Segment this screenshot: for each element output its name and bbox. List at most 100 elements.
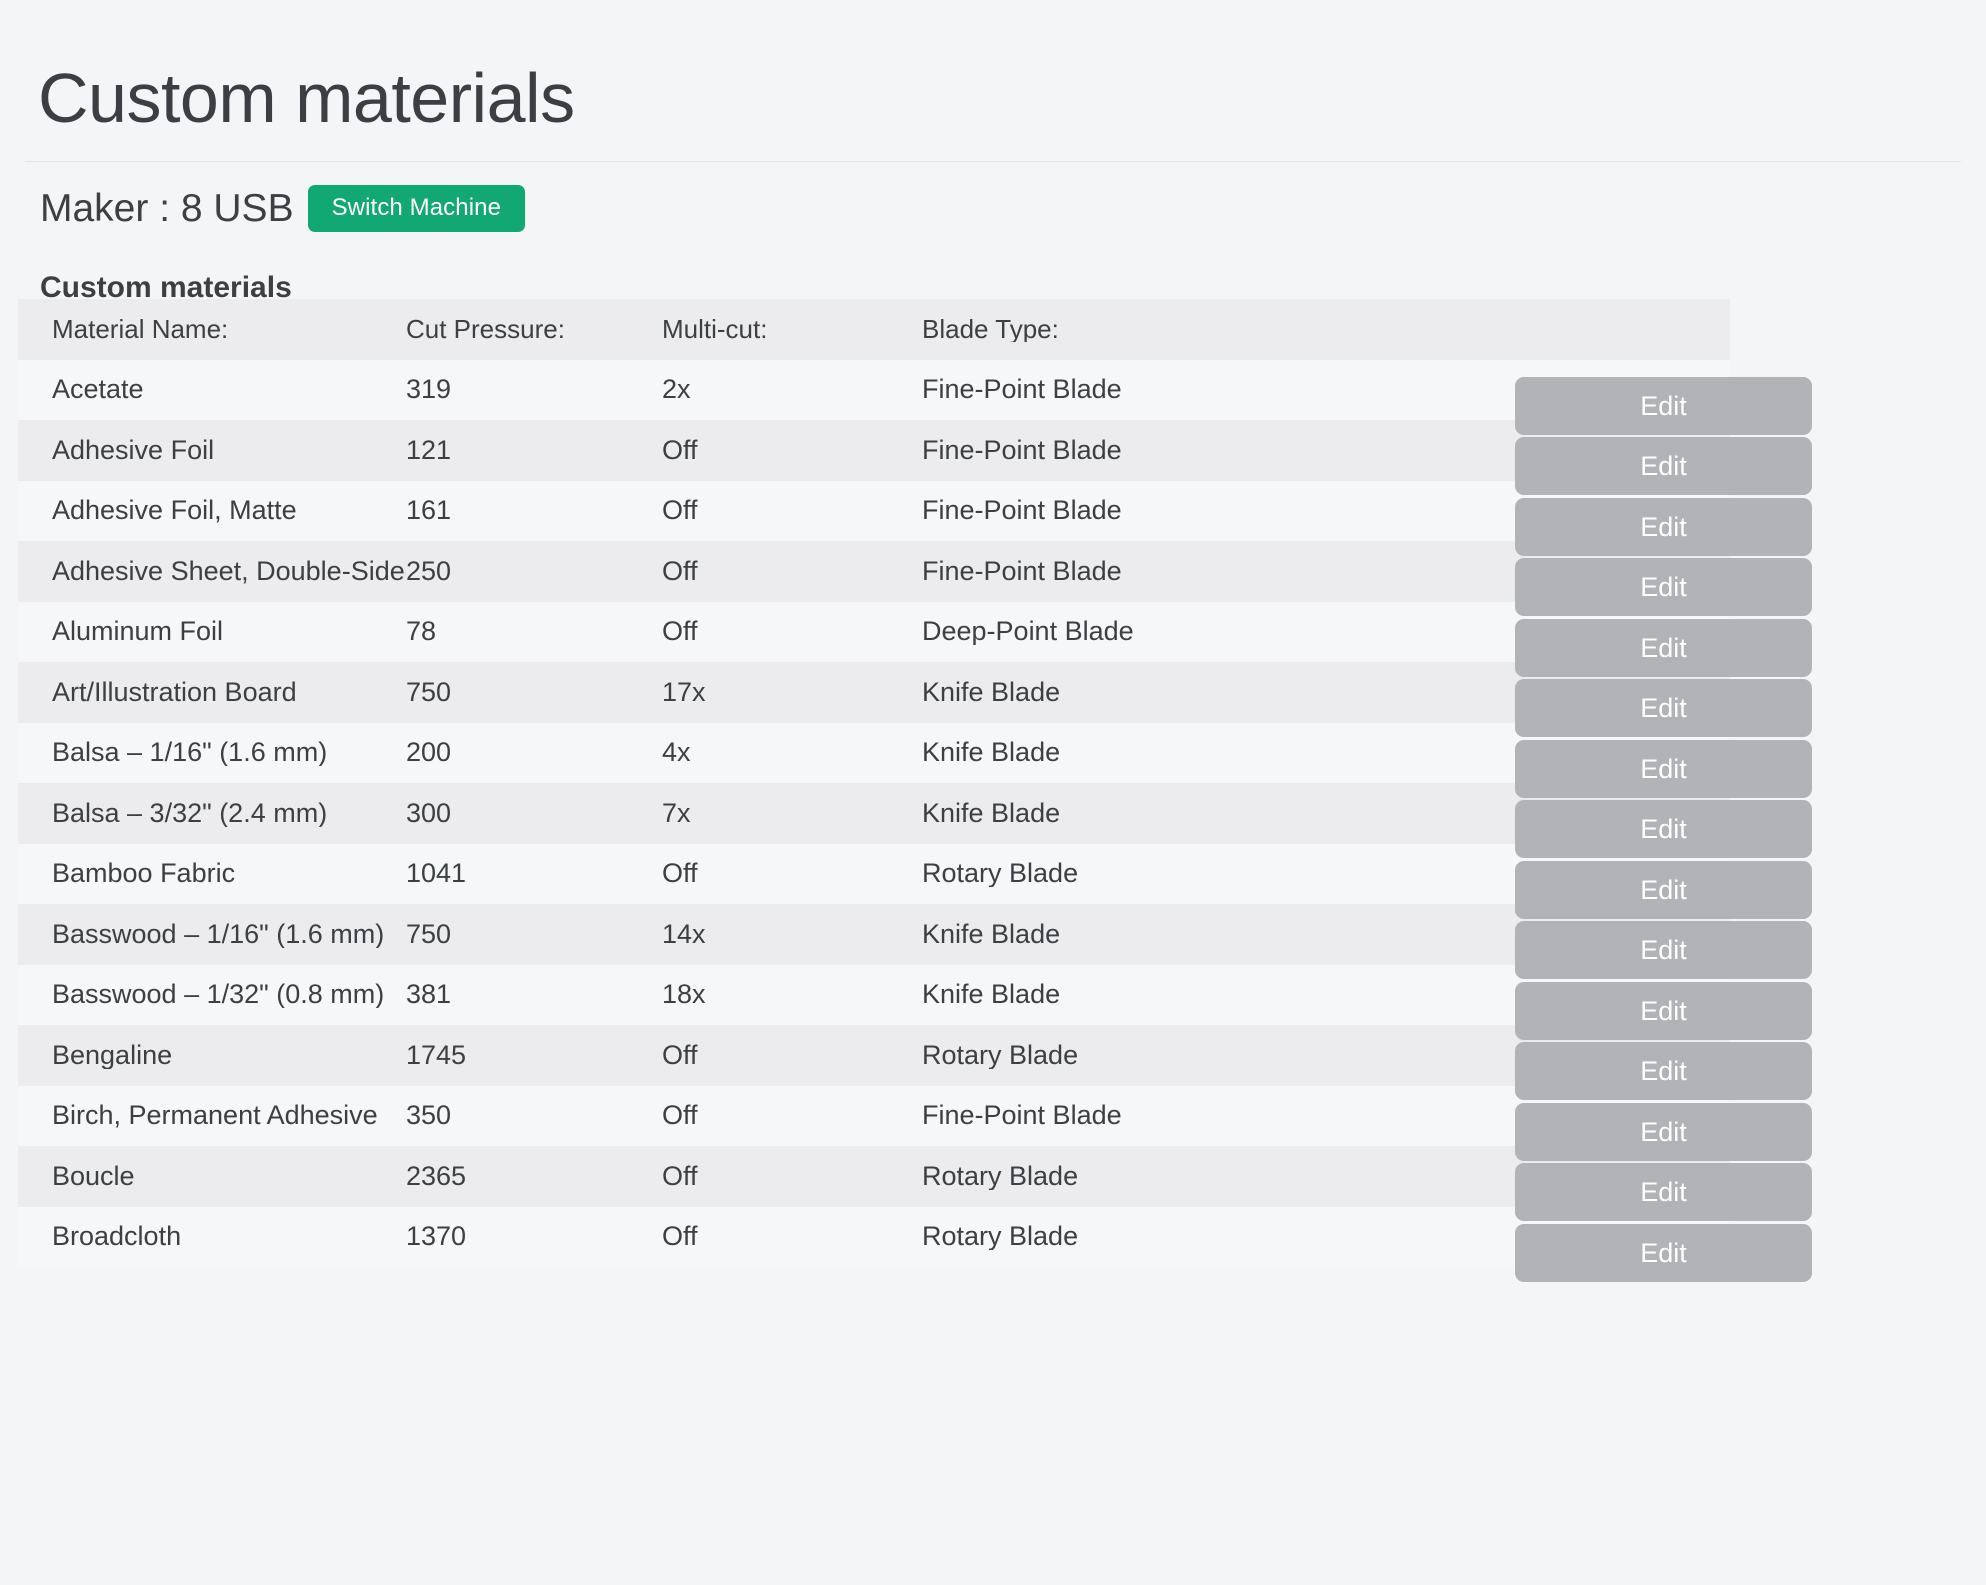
cell-blade-type: Knife Blade	[922, 799, 1061, 827]
table-row: Balsa – 3/32" (2.4 mm) 300 7x Knife Blade	[18, 783, 1730, 844]
edit-button-slot: Edit	[1515, 965, 1815, 1040]
edit-button-slot: Edit	[1515, 1146, 1815, 1221]
cell-multi-cut: Off	[662, 1223, 698, 1251]
edit-button-slot: Edit	[1515, 783, 1815, 858]
edit-button-slot: Edit	[1515, 844, 1815, 919]
cell-multi-cut: 2x	[662, 376, 691, 404]
cell-material-name: Basswood – 1/16" (1.6 mm)	[52, 920, 385, 948]
table-row: Broadcloth 1370 Off Rotary Blade	[18, 1206, 1730, 1267]
edit-button-slot: Edit	[1515, 541, 1815, 616]
table-row: Bamboo Fabric 1041 Off Rotary Blade	[18, 843, 1730, 904]
edit-button-slot: Edit	[1515, 360, 1815, 435]
edit-button-slot: Edit	[1515, 1025, 1815, 1100]
cell-multi-cut: Off	[662, 618, 698, 646]
cell-material-name: Art/Illustration Board	[52, 678, 297, 706]
edit-button[interactable]: Edit	[1515, 1223, 1812, 1282]
cell-blade-type: Knife Blade	[922, 739, 1061, 767]
cell-cut-pressure: 1041	[406, 860, 467, 888]
cell-blade-type: Fine-Point Blade	[922, 1102, 1122, 1130]
table-row: Adhesive Foil, Matte 161 Off Fine-Point Bla…	[18, 480, 1730, 541]
cell-blade-type: Rotary Blade	[922, 1162, 1079, 1190]
cell-material-name: Acetate	[52, 376, 144, 404]
table-row: Aluminum Foil 78 Off Deep-Point Blade	[18, 601, 1730, 662]
cell-multi-cut: Off	[662, 1041, 698, 1069]
cell-material-name: Bamboo Fabric	[52, 860, 236, 888]
cell-material-name: Adhesive Sheet, Double-Sided	[52, 557, 406, 585]
edit-button-slot: Edit	[1515, 1086, 1815, 1161]
cell-cut-pressure: 1370	[406, 1223, 467, 1251]
cell-cut-pressure: 300	[406, 799, 452, 827]
cell-material-name: Broadcloth	[52, 1223, 182, 1251]
cell-cut-pressure: 319	[406, 376, 452, 404]
machine-name-label: Maker : 8 USB	[40, 186, 294, 230]
edit-button-slot: Edit	[1515, 420, 1815, 495]
table-row: Balsa – 1/16" (1.6 mm) 200 4x Knife Blade	[18, 722, 1730, 783]
table-header-row: Material Name: Cut Pressure: Multi-cut: Bla…	[18, 299, 1730, 360]
column-header-multi-cut: Multi-cut:	[662, 316, 768, 343]
edit-button-slot: Edit	[1515, 662, 1815, 737]
cell-blade-type: Fine-Point Blade	[922, 557, 1122, 585]
cell-blade-type: Fine-Point Blade	[922, 376, 1122, 404]
cell-material-name: Birch, Permanent Adhesive	[52, 1102, 378, 1130]
title-divider	[25, 161, 1961, 162]
cell-cut-pressure: 350	[406, 1102, 452, 1130]
page-title: Custom materials	[38, 58, 575, 137]
table-row: Adhesive Sheet, Double-Sided 250 Off Fine-P…	[18, 541, 1730, 602]
cell-cut-pressure: 161	[406, 497, 452, 525]
column-header-material-name: Material Name:	[52, 316, 229, 343]
edit-button-slot: Edit	[1515, 1207, 1815, 1282]
edit-button-slot: Edit	[1515, 904, 1815, 979]
table-row: Basswood – 1/16" (1.6 mm) 750 14x Knife Bla…	[18, 904, 1730, 965]
edit-button-slot: Edit	[1515, 602, 1815, 677]
cell-material-name: Balsa – 3/32" (2.4 mm)	[52, 799, 328, 827]
cell-multi-cut: Off	[662, 1102, 698, 1130]
edit-button-column: Edit Edit Edit Edit Edit Edit Edit Edit Edit Edit…	[1515, 299, 1815, 1282]
edit-button-slot: Edit	[1515, 481, 1815, 556]
cell-multi-cut: 14x	[662, 920, 706, 948]
cell-material-name: Basswood – 1/32" (0.8 mm)	[52, 981, 385, 1009]
machine-selector-row: Maker : 8 USB Switch Machine	[40, 182, 526, 234]
table-row: Acetate 319 2x Fine-Point Blade	[18, 359, 1730, 420]
cell-cut-pressure: 750	[406, 920, 452, 948]
table-row: Basswood – 1/32" (0.8 mm) 381 18x Knife Bla…	[18, 964, 1730, 1025]
cell-material-name: Balsa – 1/16" (1.6 mm)	[52, 739, 328, 767]
cell-multi-cut: Off	[662, 1162, 698, 1190]
cell-cut-pressure: 250	[406, 557, 452, 585]
column-header-blade-type: Blade Type:	[922, 316, 1059, 343]
cell-blade-type: Knife Blade	[922, 920, 1061, 948]
cell-material-name: Adhesive Foil, Matte	[52, 497, 297, 525]
cell-blade-type: Rotary Blade	[922, 1223, 1079, 1251]
cell-blade-type: Knife Blade	[922, 678, 1061, 706]
switch-machine-button[interactable]: Switch Machine	[307, 184, 526, 232]
cell-blade-type: Fine-Point Blade	[922, 436, 1122, 464]
cell-blade-type: Rotary Blade	[922, 860, 1079, 888]
cell-material-name: Boucle	[52, 1162, 135, 1190]
cell-multi-cut: Off	[662, 497, 698, 525]
cell-cut-pressure: 2365	[406, 1162, 467, 1190]
table-row: Bengaline 1745 Off Rotary Blade	[18, 1025, 1730, 1086]
cell-material-name: Aluminum Foil	[52, 618, 224, 646]
cell-cut-pressure: 750	[406, 678, 452, 706]
table-row: Birch, Permanent Adhesive 350 Off Fine-Poin…	[18, 1085, 1730, 1146]
custom-materials-table: Material Name: Cut Pressure: Multi-cut: Bla…	[18, 299, 1730, 1267]
cell-cut-pressure: 200	[406, 739, 452, 767]
cell-blade-type: Fine-Point Blade	[922, 497, 1122, 525]
cell-blade-type: Knife Blade	[922, 981, 1061, 1009]
cell-multi-cut: 7x	[662, 799, 691, 827]
table-row: Boucle 2365 Off Rotary Blade	[18, 1146, 1730, 1207]
cell-multi-cut: 17x	[662, 678, 706, 706]
edit-button-slot: Edit	[1515, 723, 1815, 798]
cell-cut-pressure: 381	[406, 981, 452, 1009]
cell-multi-cut: 18x	[662, 981, 706, 1009]
cell-multi-cut: Off	[662, 436, 698, 464]
cell-material-name: Adhesive Foil	[52, 436, 215, 464]
cell-multi-cut: Off	[662, 557, 698, 585]
cell-material-name: Bengaline	[52, 1041, 173, 1069]
table-row: Adhesive Foil 121 Off Fine-Point Blade	[18, 420, 1730, 481]
cell-cut-pressure: 78	[406, 618, 437, 646]
cell-cut-pressure: 1745	[406, 1041, 467, 1069]
table-row: Art/Illustration Board 750 17x Knife Blade	[18, 662, 1730, 723]
cell-multi-cut: Off	[662, 860, 698, 888]
column-header-cut-pressure: Cut Pressure:	[406, 316, 565, 343]
cell-cut-pressure: 121	[406, 436, 452, 464]
